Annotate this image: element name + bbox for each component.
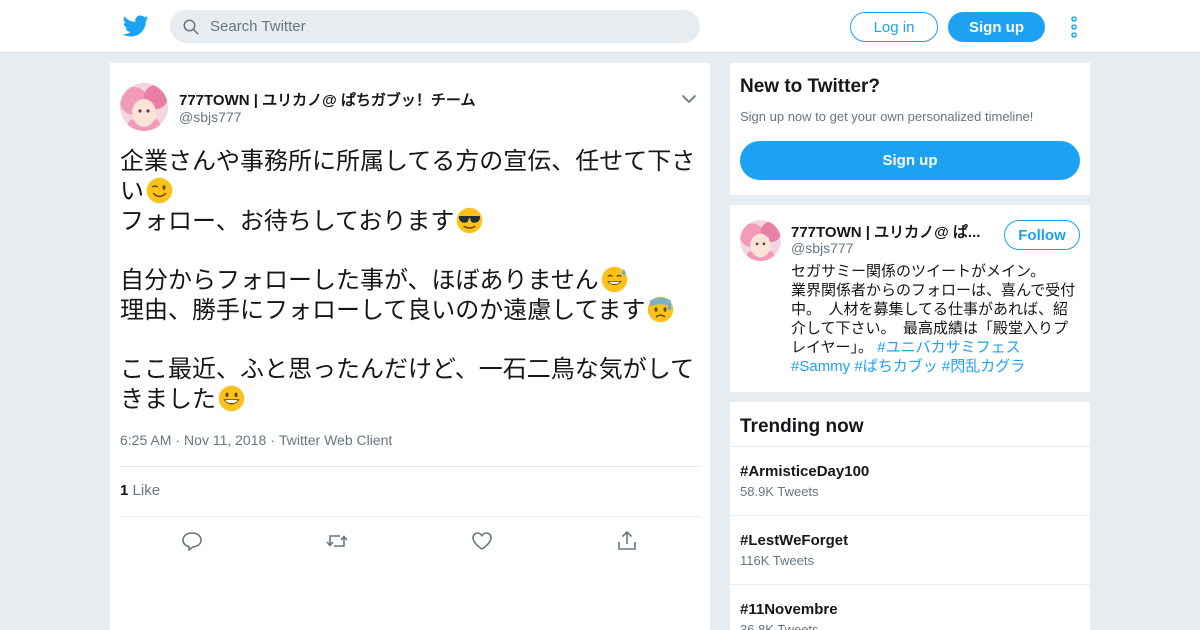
tweet-line xyxy=(120,237,700,266)
anxious-face-with-sweat-icon xyxy=(648,296,674,323)
trend-item-tag[interactable]: #11Novembre xyxy=(740,601,838,618)
divider xyxy=(730,515,1090,516)
signup-button[interactable]: Sign up xyxy=(948,12,1045,42)
profile-handle[interactable]: @sbjs777 xyxy=(791,240,853,256)
bio-line: レイヤー」。 #ユニバカサミフェス xyxy=(791,339,1021,356)
divider xyxy=(120,516,700,517)
tweet-text: 企業さんや事務所に所属してる方の宣伝、任せて下さ い フォロー、お待ちしておりま… xyxy=(120,147,700,415)
heart-icon[interactable] xyxy=(470,529,494,553)
divider xyxy=(120,466,700,467)
tweet-line: 企業さんや事務所に所属してる方の宣伝、任せて下さ xyxy=(120,148,696,175)
signup-card: New to Twitter? Sign up now to get your … xyxy=(730,63,1090,195)
bio-hashtag[interactable]: #ぱちカブッ xyxy=(854,358,937,375)
bio-line: #Sammy #ぱちカブッ #閃乱カグラ xyxy=(791,357,1081,376)
bio-hashtag[interactable]: #Sammy xyxy=(791,358,850,375)
profile-avatar[interactable] xyxy=(740,220,781,261)
author-handle[interactable]: @sbjs777 xyxy=(179,109,241,125)
grinning-face-icon xyxy=(218,385,245,412)
trending-card: Trending now #ArmisticeDay100 58.9K Twee… xyxy=(730,402,1090,630)
trend-item-count: 36.8K Tweets xyxy=(740,622,819,630)
retweet-icon[interactable] xyxy=(325,529,349,553)
chevron-down-icon[interactable] xyxy=(680,90,698,108)
bio-hashtag[interactable]: #ユニバカサミフェス xyxy=(877,339,1020,356)
bio-hashtag[interactable]: #閃乱カグラ xyxy=(942,358,1025,375)
grinning-face-with-sweat-icon xyxy=(601,266,628,293)
trending-title: Trending now xyxy=(740,416,864,437)
tweet-line: ここ最近、ふと思ったんだけど、一石二鳥な気がして xyxy=(120,356,695,383)
trend-item-tag[interactable]: #LestWeForget xyxy=(740,532,848,549)
like-stats[interactable]: 1 Like xyxy=(120,482,160,499)
share-icon[interactable] xyxy=(615,529,639,553)
signup-card-title: New to Twitter? xyxy=(740,76,881,97)
login-button[interactable]: Log in xyxy=(850,12,938,42)
bio-line: セガサミー関係のツイートがメイン。 xyxy=(791,263,1046,280)
tweet-date[interactable]: Nov 11, 2018 xyxy=(184,432,266,448)
bio-line: 中。 人材を募集してる仕事があれば、紹 xyxy=(791,301,1069,318)
tweet-source[interactable]: Twitter Web Client xyxy=(279,432,392,448)
tweet-line: フォロー、お待ちしております xyxy=(120,207,700,237)
signup-card-button[interactable]: Sign up xyxy=(740,141,1080,180)
tweet-line: 理由、勝手にフォローして良いのか遠慮してます xyxy=(120,296,700,326)
tweet-line: い xyxy=(120,177,700,207)
twitter-bird-icon[interactable] xyxy=(122,13,150,39)
tweet-line xyxy=(120,326,700,355)
search-input[interactable] xyxy=(210,18,690,35)
follow-button[interactable]: Follow xyxy=(1004,220,1080,250)
tweet-metadata: 6:25 AM · Nov 11, 2018 · Twitter Web Client xyxy=(120,432,393,448)
like-label: Like xyxy=(132,482,161,499)
profile-card: 777TOWN | ユリカノ@ ぱ... @sbjs777 Follow セガサ… xyxy=(730,205,1090,392)
search-bar[interactable] xyxy=(170,10,700,43)
tweet-line: 自分からフォローした事が、ほぼありません xyxy=(120,266,700,296)
profile-bio: セガサミー関係のツイートがメイン。 業界関係者からのフォローは、喜んで受付 中。… xyxy=(791,262,1081,376)
bio-line: 介して下さい。 最高成績は「殿堂入りプ xyxy=(791,320,1069,337)
trend-item-count: 58.9K Tweets xyxy=(740,484,819,499)
trend-item-count: 116K Tweets xyxy=(740,553,814,568)
tweet-card: 777TOWN | ユリカノ@ ぱちガブッ！チーム @sbjs777 企業さんや… xyxy=(110,63,710,630)
top-navigation-bar: Log in Sign up xyxy=(0,0,1200,53)
more-options-icon[interactable] xyxy=(1068,15,1080,39)
divider xyxy=(730,446,1090,447)
profile-name[interactable]: 777TOWN | ユリカノ@ ぱ... xyxy=(791,221,991,242)
tweet-line: きました xyxy=(120,385,700,415)
search-icon xyxy=(183,19,199,34)
tweet-time[interactable]: 6:25 AM xyxy=(120,432,171,448)
smiling-face-with-sunglasses-icon xyxy=(457,207,483,234)
author-avatar[interactable] xyxy=(120,83,168,131)
signup-card-subtitle: Sign up now to get your own personalized… xyxy=(740,109,1034,124)
bio-line: 業界関係者からのフォローは、喜んで受付 xyxy=(791,282,1076,299)
winking-face-icon xyxy=(146,177,173,204)
like-count: 1 xyxy=(120,482,129,499)
reply-icon[interactable] xyxy=(180,529,204,553)
author-name[interactable]: 777TOWN | ユリカノ@ ぱちガブッ！チーム xyxy=(179,89,475,110)
divider xyxy=(730,584,1090,585)
trend-item-tag[interactable]: #ArmisticeDay100 xyxy=(740,463,869,480)
